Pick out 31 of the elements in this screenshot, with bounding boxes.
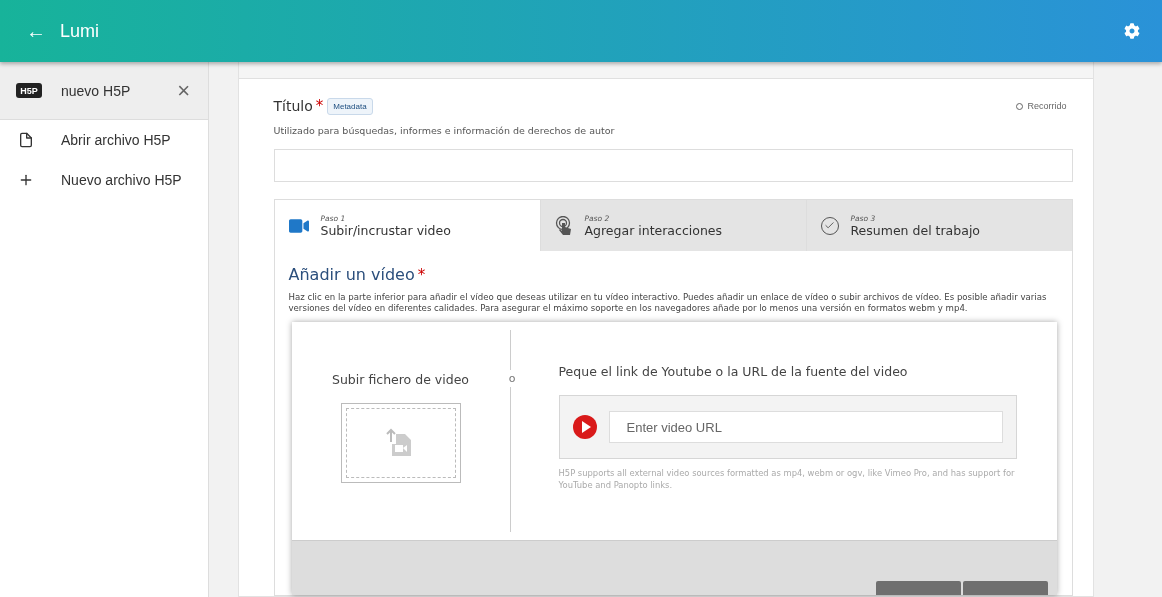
step-label: Subir/incrustar video: [320, 222, 451, 238]
section-description: Haz clic en la parte inferior para añadir el vídeo que deseas utilizar en tu vídeo interactivo. Puedes añadir un enlace de vídeo o subir archivos de vídeo. Es posible añadir varias versiones del vídeo en diferentes calidades. Para asegurar el máximo soporte en los navegadores añade por lo menos una versión en formatos webm y mp4.: [288, 292, 1048, 315]
sidebar-item[interactable]: H5P nuevo H5P ×: [0, 62, 208, 120]
sidebar-item-label: Abrir archivo H5P: [61, 132, 172, 148]
settings-icon[interactable]: [1124, 23, 1140, 39]
close-button[interactable]: ×: [177, 77, 190, 104]
step-label: Agregar interacciones: [584, 222, 723, 238]
required-mark: *: [417, 265, 426, 284]
or-label: o: [508, 370, 516, 388]
sidebar-item-label: nuevo H5P: [61, 82, 132, 99]
metadata-button[interactable]: Metadata: [327, 97, 373, 115]
sidebar-item-label: Nuevo archivo H5P: [61, 172, 183, 188]
url-hint: H5P supports all external video sources formatted as mp4, webm or ogv, like Vimeo Pro, and has support for YouTube and Panopto links.: [558, 468, 1016, 492]
file-icon: [18, 132, 34, 148]
play-icon: [572, 415, 597, 440]
tour-button[interactable]: Recorrido: [1010, 100, 1073, 112]
dialog-button[interactable]: [962, 581, 1048, 595]
section-heading: Añadir un vídeo: [288, 265, 415, 285]
url-input[interactable]: Enter video URL: [608, 411, 1003, 444]
upload-dropzone[interactable]: [340, 403, 461, 484]
required-mark: *: [315, 97, 324, 115]
app-title: Lumi: [60, 20, 100, 42]
touch-icon: [554, 215, 573, 236]
h5p-logo: H5P: [16, 83, 42, 98]
title-description: Utilizado para búsquedas, informes e información de derechos de autor: [273, 125, 616, 138]
upload-label: Subir fichero de video: [332, 372, 469, 388]
title-label: Título: [273, 98, 313, 114]
plus-icon: [18, 172, 34, 188]
dialog-button[interactable]: [875, 581, 961, 595]
url-label: Peque el link de Youtube o la URL de la fuente del video: [558, 364, 909, 380]
step-label: Resumen del trabajo: [850, 222, 980, 238]
